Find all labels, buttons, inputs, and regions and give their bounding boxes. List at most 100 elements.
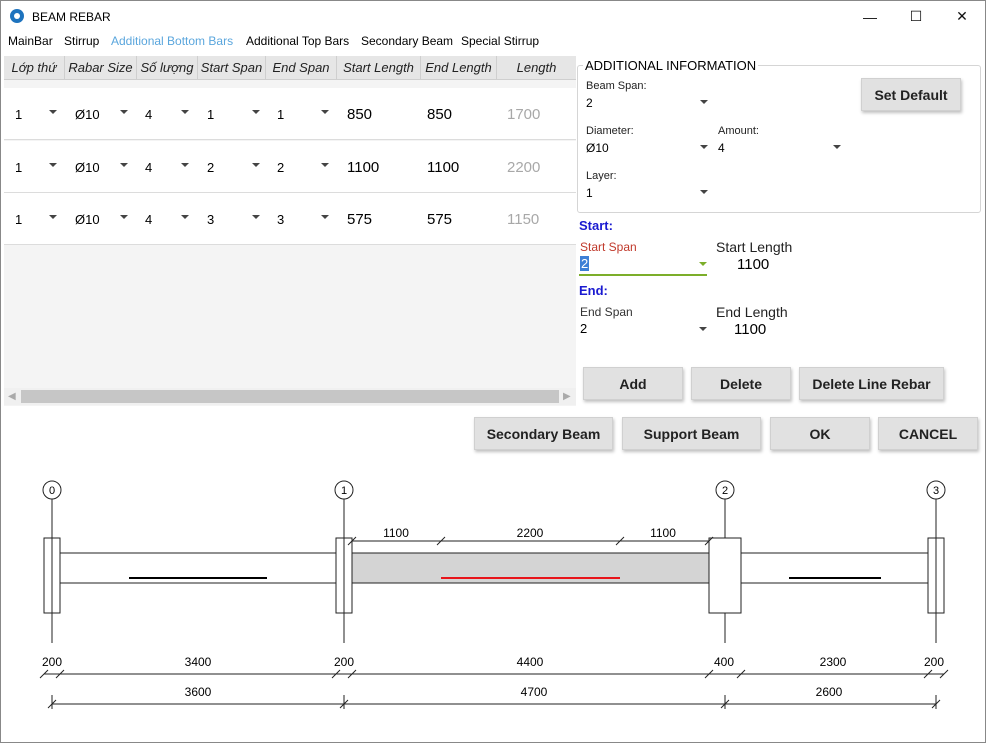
- table-row[interactable]: 1 Ø10 4 2 2 1100 1100 2200: [4, 141, 576, 193]
- end-length-value[interactable]: 1100: [734, 321, 766, 338]
- chevron-down-icon[interactable]: [700, 190, 708, 194]
- cell-amount[interactable]: 4: [145, 141, 152, 193]
- cell-start-span[interactable]: 2: [207, 141, 214, 193]
- cell-start-span[interactable]: 3: [207, 193, 214, 245]
- start-span-value[interactable]: 2: [580, 256, 590, 271]
- end-span-select[interactable]: 2: [580, 321, 587, 336]
- beam-elevation-drawing: 0 1 2 3 1100 2200 1100 200 3400 200 4400…: [39, 480, 949, 709]
- cell-end-span[interactable]: 2: [277, 141, 284, 193]
- chevron-down-icon[interactable]: [699, 262, 707, 266]
- rebar-grid: Lớp thứ Rabar Size Số lượng Start Span E…: [4, 56, 576, 406]
- dim-row1-col2: 400: [714, 655, 734, 669]
- col-header-start-span[interactable]: Start Span: [198, 56, 266, 80]
- cell-end-length[interactable]: 1100: [427, 141, 459, 193]
- cell-start-length[interactable]: 850: [347, 88, 372, 140]
- chevron-down-icon[interactable]: [120, 163, 128, 167]
- minimize-button[interactable]: —: [847, 1, 893, 32]
- chevron-down-icon[interactable]: [49, 110, 57, 114]
- col-header-end-length[interactable]: End Length: [421, 56, 497, 80]
- chevron-down-icon[interactable]: [699, 327, 707, 331]
- dim-top-start: 1100: [383, 526, 409, 540]
- tab-special-stirrup[interactable]: Special Stirrup: [461, 34, 539, 48]
- chevron-down-icon[interactable]: [252, 215, 260, 219]
- dim-row2-axis-2-3: 2600: [816, 685, 843, 699]
- start-heading: Start:: [579, 218, 613, 233]
- chevron-down-icon[interactable]: [833, 145, 841, 149]
- chevron-down-icon[interactable]: [321, 215, 329, 219]
- tab-mainbar[interactable]: MainBar: [8, 34, 53, 48]
- scroll-left-icon[interactable]: ◀: [8, 391, 16, 402]
- cell-end-span[interactable]: 1: [277, 88, 284, 140]
- cell-rebar-size[interactable]: Ø10: [75, 193, 100, 245]
- additional-information-title: ADDITIONAL INFORMATION: [583, 58, 759, 73]
- horizontal-scrollbar[interactable]: ◀ ▶: [4, 388, 576, 405]
- title-bar: BEAM REBAR — ☐ ✕: [1, 1, 985, 32]
- diameter-select[interactable]: Ø10: [586, 141, 609, 155]
- cell-end-length[interactable]: 575: [427, 193, 452, 245]
- scrollbar-thumb[interactable]: [21, 390, 559, 403]
- cell-end-length[interactable]: 850: [427, 88, 452, 140]
- dim-top-end: 1100: [650, 526, 676, 540]
- axis-label-1: 1: [341, 485, 347, 497]
- beam-span-select[interactable]: 2: [586, 96, 593, 110]
- beam-span-label: Beam Span:: [586, 80, 647, 92]
- window-title: BEAM REBAR: [32, 10, 111, 24]
- cell-rebar-size[interactable]: Ø10: [75, 141, 100, 193]
- cancel-button[interactable]: CANCEL: [878, 417, 978, 450]
- chevron-down-icon[interactable]: [49, 163, 57, 167]
- col-header-length[interactable]: Length: [497, 56, 576, 80]
- cell-layer[interactable]: 1: [15, 88, 22, 140]
- cell-start-span[interactable]: 1: [207, 88, 214, 140]
- cell-start-length[interactable]: 575: [347, 193, 372, 245]
- chevron-down-icon[interactable]: [252, 163, 260, 167]
- cell-layer[interactable]: 1: [15, 141, 22, 193]
- chevron-down-icon[interactable]: [321, 163, 329, 167]
- maximize-button[interactable]: ☐: [893, 1, 939, 32]
- chevron-down-icon[interactable]: [700, 145, 708, 149]
- tab-stirrup[interactable]: Stirrup: [64, 34, 99, 48]
- secondary-beam-button[interactable]: Secondary Beam: [474, 417, 613, 450]
- chevron-down-icon[interactable]: [252, 110, 260, 114]
- cell-length: 1150: [507, 210, 540, 228]
- amount-select[interactable]: 4: [718, 141, 725, 155]
- tab-additional-top-bars[interactable]: Additional Top Bars: [246, 34, 349, 48]
- cell-layer[interactable]: 1: [15, 193, 22, 245]
- support-beam-button[interactable]: Support Beam: [622, 417, 761, 450]
- chevron-down-icon[interactable]: [321, 110, 329, 114]
- col-header-layer[interactable]: Lớp thứ: [4, 56, 65, 80]
- dim-row2-axis-0-1: 3600: [185, 685, 212, 699]
- close-button[interactable]: ✕: [939, 1, 985, 32]
- start-span-select[interactable]: 2: [580, 256, 590, 271]
- chevron-down-icon[interactable]: [120, 110, 128, 114]
- add-button[interactable]: Add: [583, 367, 683, 400]
- col-header-end-span[interactable]: End Span: [266, 56, 337, 80]
- col-header-amount[interactable]: Số lượng: [137, 56, 198, 80]
- scroll-right-icon[interactable]: ▶: [563, 391, 571, 402]
- chevron-down-icon[interactable]: [120, 215, 128, 219]
- cell-rebar-size[interactable]: Ø10: [75, 88, 100, 140]
- layer-select[interactable]: 1: [586, 186, 593, 200]
- dim-row1-col1: 200: [334, 655, 354, 669]
- col-header-rebar-size[interactable]: Rabar Size: [65, 56, 137, 80]
- cell-amount[interactable]: 4: [145, 193, 152, 245]
- ok-button[interactable]: OK: [770, 417, 870, 450]
- end-length-label: End Length: [716, 304, 788, 320]
- delete-line-rebar-button[interactable]: Delete Line Rebar: [799, 367, 944, 400]
- col-header-start-length[interactable]: Start Length: [337, 56, 421, 80]
- cell-start-length[interactable]: 1100: [347, 141, 379, 193]
- start-length-value[interactable]: 1100: [737, 256, 769, 273]
- chevron-down-icon[interactable]: [181, 215, 189, 219]
- table-row[interactable]: 1 Ø10 4 3 3 575 575 1150: [4, 193, 576, 245]
- cell-amount[interactable]: 4: [145, 88, 152, 140]
- delete-button[interactable]: Delete: [691, 367, 791, 400]
- column-2: [708, 537, 742, 614]
- chevron-down-icon[interactable]: [181, 163, 189, 167]
- tab-secondary-beam[interactable]: Secondary Beam: [361, 34, 453, 48]
- chevron-down-icon[interactable]: [49, 215, 57, 219]
- chevron-down-icon[interactable]: [700, 100, 708, 104]
- table-row[interactable]: 1 Ø10 4 1 1 850 850 1700: [4, 88, 576, 140]
- set-default-button[interactable]: Set Default: [861, 78, 961, 111]
- chevron-down-icon[interactable]: [181, 110, 189, 114]
- cell-end-span[interactable]: 3: [277, 193, 284, 245]
- tab-additional-bottom-bars[interactable]: Additional Bottom Bars: [111, 34, 233, 48]
